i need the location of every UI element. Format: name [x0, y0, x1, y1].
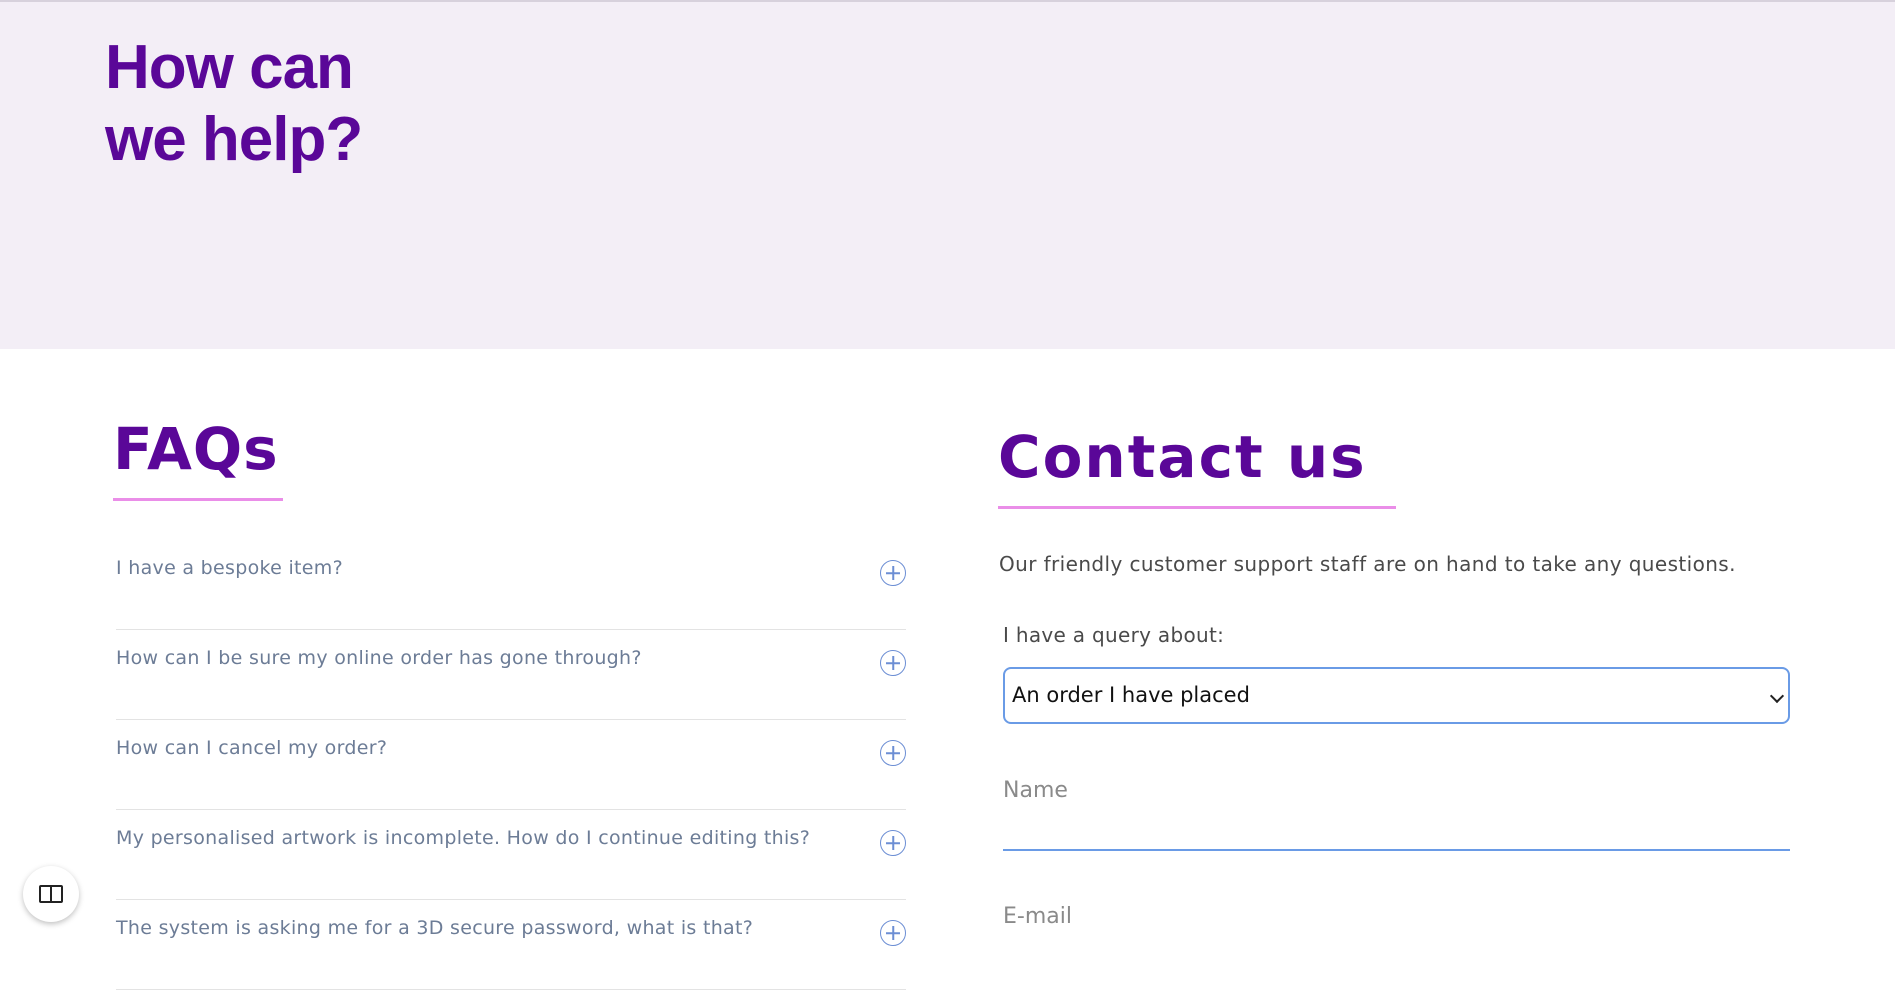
faq-question: How can I be sure my online order has go… — [116, 647, 642, 669]
split-panel-icon — [39, 885, 63, 903]
faq-item-3d-secure[interactable]: The system is asking me for a 3D secure … — [116, 900, 906, 990]
plus-circle-icon[interactable] — [880, 650, 906, 676]
faq-item-bespoke[interactable]: I have a bespoke item? — [116, 540, 906, 630]
plus-circle-icon[interactable] — [880, 920, 906, 946]
plus-circle-icon[interactable] — [880, 560, 906, 586]
email-placeholder: E-mail — [1003, 904, 1072, 929]
query-select-value: An order I have placed — [1012, 683, 1250, 707]
query-label: I have a query about: — [1003, 623, 1225, 647]
contact-heading-underline — [998, 506, 1396, 509]
chevron-down-icon — [1769, 688, 1785, 704]
faqs-heading: FAQs — [113, 415, 279, 483]
faq-item-artwork-editing[interactable]: My personalised artwork is incomplete. H… — [116, 810, 906, 900]
plus-circle-icon[interactable] — [880, 830, 906, 856]
query-select[interactable]: An order I have placed — [1003, 667, 1790, 724]
faq-item-order-confirmation[interactable]: How can I be sure my online order has go… — [116, 630, 906, 720]
contact-heading: Contact us — [998, 423, 1367, 491]
layout-toggle-button[interactable] — [23, 866, 79, 922]
faq-question: My personalised artwork is incomplete. H… — [116, 827, 811, 849]
faq-list: I have a bespoke item? How can I be sure… — [116, 540, 906, 990]
name-placeholder: Name — [1003, 778, 1068, 803]
page-title: How can we help? — [105, 33, 363, 174]
name-field[interactable]: Name — [1003, 772, 1790, 851]
plus-circle-icon[interactable] — [880, 740, 906, 766]
contact-intro-text: Our friendly customer support staff are … — [999, 552, 1736, 576]
faq-item-cancel-order[interactable]: How can I cancel my order? — [116, 720, 906, 810]
hero-banner: How can we help? — [0, 2, 1895, 349]
faq-question: How can I cancel my order? — [116, 737, 388, 759]
faqs-heading-underline — [113, 498, 283, 501]
faq-question: I have a bespoke item? — [116, 557, 343, 579]
email-field[interactable]: E-mail — [1003, 898, 1790, 936]
